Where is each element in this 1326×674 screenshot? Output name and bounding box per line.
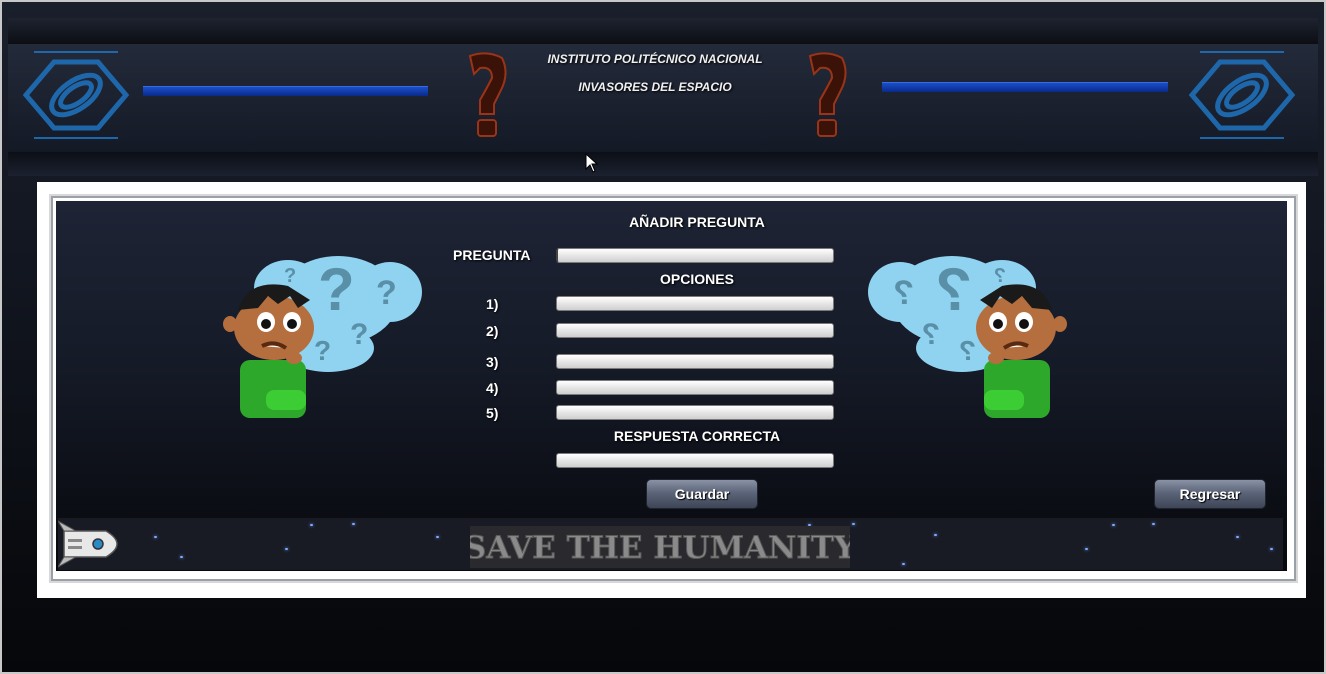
svg-text:?: ? (959, 335, 976, 366)
header-top-bar (8, 18, 1318, 45)
svg-text:?: ? (318, 256, 355, 323)
save-button[interactable]: Guardar (646, 479, 758, 509)
svg-text:?: ? (284, 265, 296, 287)
options-label: OPCIONES (660, 271, 734, 287)
star (436, 536, 439, 538)
star (352, 523, 355, 525)
institute-title: INSTITUTO POLITÉCNICO NACIONAL (547, 52, 763, 66)
star (1152, 523, 1155, 525)
star (310, 524, 313, 526)
back-button[interactable]: Regresar (1154, 479, 1266, 509)
question-input[interactable] (556, 248, 834, 263)
star (180, 556, 183, 558)
star (852, 523, 855, 525)
star (1112, 524, 1115, 526)
option-3-label: 3) (486, 354, 499, 370)
star (1085, 548, 1088, 550)
option-4-label: 4) (486, 380, 499, 396)
header-bottom-bar (8, 152, 1318, 176)
thinking-boy-left: ? ? ? ? ? (223, 256, 422, 418)
question-label: PREGUNTA (453, 247, 531, 263)
option-4-input[interactable] (556, 380, 834, 395)
option-1-label: 1) (486, 296, 499, 312)
svg-text:?: ? (994, 265, 1006, 287)
svg-text:?: ? (350, 318, 368, 351)
banner-text: SAVE THE HUMANITY (470, 530, 850, 566)
ipn-logo-right (1188, 51, 1296, 139)
option-5-label: 5) (486, 405, 499, 421)
star (934, 534, 937, 536)
svg-text:?: ? (935, 256, 972, 323)
star (154, 536, 157, 538)
option-1-input[interactable] (556, 296, 834, 311)
option-3-input[interactable] (556, 354, 834, 369)
option-2-input[interactable] (556, 323, 834, 338)
ipn-logo-left (22, 51, 130, 139)
star (285, 548, 288, 550)
thinking-boy-right: ? ? ? ? ? (868, 256, 1067, 418)
svg-text:?: ? (922, 318, 940, 351)
correct-answer-label: RESPUESTA CORRECTA (613, 428, 781, 444)
question-mark-icon (808, 52, 847, 137)
form-title: AÑADIR PREGUNTA (629, 214, 765, 230)
save-the-humanity-banner: SAVE THE HUMANITY (470, 526, 850, 568)
correct-answer-input[interactable] (556, 453, 834, 468)
option-5-input[interactable] (556, 405, 834, 420)
star (1236, 536, 1239, 538)
mouse-cursor-icon (585, 153, 599, 173)
svg-text:?: ? (893, 274, 914, 312)
header-line-right (882, 82, 1168, 92)
svg-text:?: ? (376, 274, 397, 312)
star (1270, 548, 1273, 550)
svg-text:?: ? (314, 335, 331, 366)
star (902, 563, 905, 565)
game-title: INVASORES DEL ESPACIO (578, 80, 732, 94)
option-2-label: 2) (486, 323, 499, 339)
header-line-left (143, 86, 428, 96)
rocket-icon (58, 520, 118, 568)
